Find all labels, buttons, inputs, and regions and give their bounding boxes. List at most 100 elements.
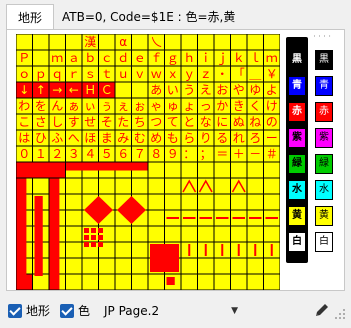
grid-cell[interactable] <box>231 194 247 210</box>
tile-line[interactable] <box>249 217 262 219</box>
grid-cell[interactable] <box>198 258 214 274</box>
grid-cell[interactable] <box>132 242 148 258</box>
grid-cell[interactable] <box>214 194 231 210</box>
tile-line[interactable] <box>237 244 240 256</box>
grid-cell[interactable] <box>33 178 49 194</box>
tile-dot[interactable] <box>98 235 103 240</box>
grid-cell[interactable] <box>231 226 247 242</box>
palette-fg-2[interactable]: 赤 <box>289 103 305 121</box>
grid-cell[interactable] <box>264 274 280 290</box>
tile-line[interactable] <box>221 244 224 256</box>
grid-cell[interactable] <box>132 226 148 242</box>
tile-line[interactable] <box>216 217 229 219</box>
grid-cell[interactable] <box>181 34 198 50</box>
grid-cell[interactable] <box>148 210 165 226</box>
page-select[interactable]: JP Page.2 ▼ <box>98 300 240 322</box>
grid-cell[interactable] <box>214 258 231 274</box>
palette-fg-1[interactable]: 青 <box>289 77 305 95</box>
grid-cell[interactable] <box>165 178 181 194</box>
grid-cell[interactable] <box>264 226 280 242</box>
tile-line[interactable] <box>232 217 246 219</box>
grid-cell[interactable] <box>247 274 264 290</box>
grid-cell[interactable] <box>198 194 214 210</box>
grid-cell[interactable] <box>132 274 148 290</box>
grid-cell[interactable] <box>66 194 82 210</box>
grid-cell[interactable] <box>115 242 132 258</box>
tile-line[interactable] <box>199 217 213 219</box>
grid-cell[interactable] <box>231 34 247 50</box>
grid-cell[interactable] <box>49 34 66 50</box>
grid-cell[interactable] <box>214 178 231 194</box>
grid-cell[interactable] <box>264 34 280 50</box>
tile-dot[interactable] <box>91 242 96 247</box>
tile-dot[interactable] <box>98 228 103 233</box>
grid-cell[interactable] <box>247 178 264 194</box>
grid-cell[interactable] <box>247 258 264 274</box>
grid-cell[interactable] <box>66 178 82 194</box>
tile-grid[interactable]: 漢 α 乀 Ｐｍ ａ ｂ ｃ ｄ ｅ ｆ ｇ ｈ ｉ ｊ ｋ ｌ ｍ ｏ ｐ ｑ ｒ ｓ ｔ ｕ ｖ ｗ ｘ ｙ ｚ ・「＿ ￥ ↓ ↑ → ← Ｈ Ｃ… <box>16 34 280 290</box>
grid-cell[interactable] <box>99 178 115 194</box>
grid-cell[interactable] <box>247 226 264 242</box>
grid-cell[interactable] <box>33 274 49 290</box>
palette-fg-0[interactable]: 黒 <box>289 51 305 69</box>
tile-line[interactable] <box>204 244 207 256</box>
terrain-checkbox[interactable] <box>8 304 22 318</box>
grid-cell[interactable] <box>82 258 99 274</box>
grid-cell[interactable] <box>33 50 49 66</box>
grid-cell[interactable] <box>132 34 148 50</box>
grid-cell[interactable] <box>82 178 99 194</box>
grid-cell[interactable] <box>115 258 132 274</box>
grid-cell[interactable] <box>66 210 82 226</box>
tile-line[interactable] <box>265 217 279 219</box>
palette-bg-3[interactable]: 紫 <box>315 128 333 148</box>
tile-dot[interactable] <box>84 235 89 240</box>
grid-cell[interactable] <box>148 194 165 210</box>
palette-bg-6[interactable]: 黄 <box>315 206 333 226</box>
tile-dot[interactable] <box>91 228 96 233</box>
grid-cell[interactable] <box>165 34 181 50</box>
tile-red[interactable] <box>16 162 66 178</box>
grid-cell[interactable] <box>66 226 82 242</box>
grid-cell[interactable] <box>181 162 198 178</box>
color-checkbox[interactable] <box>60 304 74 318</box>
tile-red[interactable] <box>66 162 148 171</box>
grid-cell[interactable] <box>264 258 280 274</box>
grid-cell[interactable] <box>16 34 33 50</box>
grid-cell[interactable] <box>115 82 132 98</box>
tile-red[interactable] <box>166 277 175 285</box>
grid-cell[interactable] <box>66 258 82 274</box>
tile-red[interactable] <box>16 274 33 290</box>
palette-bg-2[interactable]: 赤 <box>315 102 333 122</box>
tile-dot[interactable] <box>84 228 89 233</box>
grid-cell[interactable] <box>148 178 165 194</box>
palette-bg-0[interactable]: 黒 <box>315 50 333 70</box>
grid-cell[interactable] <box>247 34 264 50</box>
grid-cell[interactable] <box>115 178 132 194</box>
tile-line[interactable] <box>254 244 257 256</box>
palette-fg-7[interactable]: 白 <box>289 233 305 251</box>
grid-cell[interactable] <box>148 162 165 178</box>
grid-cell[interactable] <box>264 194 280 210</box>
tile-red[interactable] <box>34 196 43 276</box>
grid-cell[interactable] <box>181 274 198 290</box>
tile-line[interactable] <box>166 217 180 219</box>
pen-icon[interactable] <box>314 302 330 318</box>
tile-line[interactable] <box>188 244 191 256</box>
palette-bg-1[interactable]: 青 <box>315 76 333 96</box>
palette-fg-3[interactable]: 紫 <box>289 129 305 147</box>
grid-cell[interactable] <box>198 274 214 290</box>
tile-red[interactable] <box>16 178 27 275</box>
grid-cell[interactable] <box>231 258 247 274</box>
grid-cell[interactable] <box>148 226 165 242</box>
tab-terrain[interactable]: 地形 <box>6 4 54 30</box>
grid-cell[interactable] <box>66 34 82 50</box>
grid-cell[interactable] <box>198 34 214 50</box>
grid-cell[interactable] <box>66 242 82 258</box>
grid-cell[interactable] <box>247 194 264 210</box>
grid-cell[interactable] <box>33 34 49 50</box>
palette-bg-5[interactable]: 水 <box>315 180 333 200</box>
tile-dot[interactable] <box>98 242 103 247</box>
grid-cell[interactable] <box>115 226 132 242</box>
grid-cell[interactable] <box>231 274 247 290</box>
grid-cell[interactable] <box>264 162 280 178</box>
